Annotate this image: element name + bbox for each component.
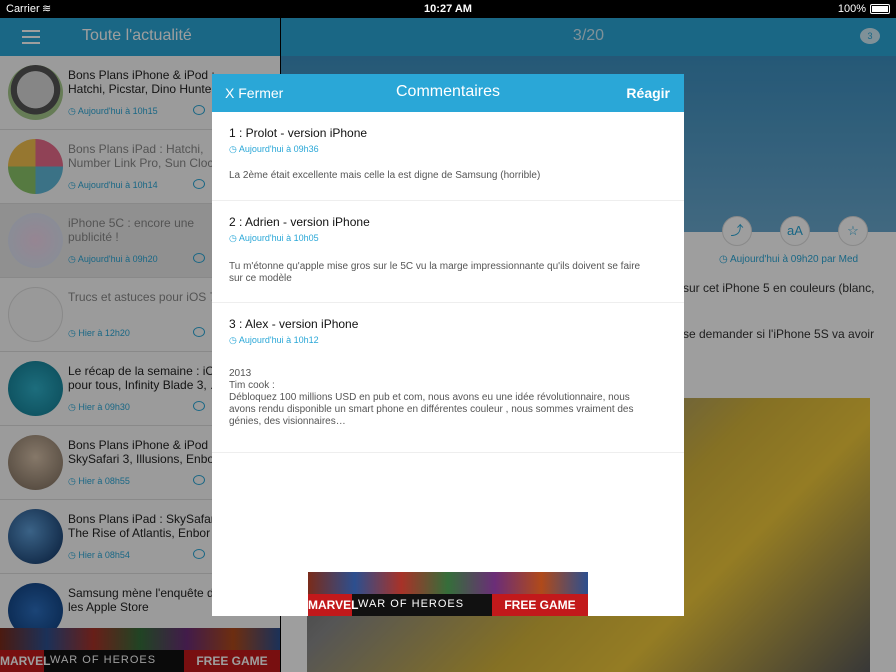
comment-body: 2013 Tim cook : Débloquez 100 millions U… xyxy=(229,368,634,427)
comment-body: Tu m'étonne qu'apple mise gros sur le 5C… xyxy=(229,261,641,284)
comments-modal: X Fermer Commentaires Réagir 1 : Prolot … xyxy=(212,74,684,616)
comment-item: 2 : Adrien - version iPhone Aujourd'hui … xyxy=(212,201,684,303)
clock: 10:27 AM xyxy=(424,3,472,15)
status-bar: Carrier ≋ 10:27 AM 100% xyxy=(0,0,896,18)
ad-logo: MARVEL xyxy=(308,594,358,616)
ad-artwork xyxy=(308,572,588,594)
modal-title: Commentaires xyxy=(395,83,501,100)
comment-date: Aujourd'hui à 10h05 xyxy=(229,233,319,244)
modal-header: X Fermer Commentaires Réagir xyxy=(212,74,684,112)
comment-date: Aujourd'hui à 09h36 xyxy=(229,144,319,155)
comment-date: Aujourd'hui à 10h12 xyxy=(229,335,319,346)
comment-author: 1 : Prolot - version iPhone xyxy=(229,126,368,140)
react-button[interactable]: Réagir xyxy=(626,85,670,101)
ad-banner[interactable]: MARVEL WAR OF HEROES FREE GAME xyxy=(308,572,588,616)
comment-author: 3 : Alex - version iPhone xyxy=(229,317,359,331)
comment-author: 2 : Adrien - version iPhone xyxy=(229,215,370,229)
ad-text: WAR OF HEROES xyxy=(358,598,465,610)
battery-icon xyxy=(870,4,890,14)
comment-item: 3 : Alex - version iPhone Aujourd'hui à … xyxy=(212,303,684,453)
battery-percent: 100% xyxy=(837,3,866,15)
ad-cta: FREE GAME xyxy=(492,594,588,616)
comment-item: 1 : Prolot - version iPhone Aujourd'hui … xyxy=(212,112,684,201)
comment-body: La 2ème était excellente mais celle la e… xyxy=(229,170,541,181)
